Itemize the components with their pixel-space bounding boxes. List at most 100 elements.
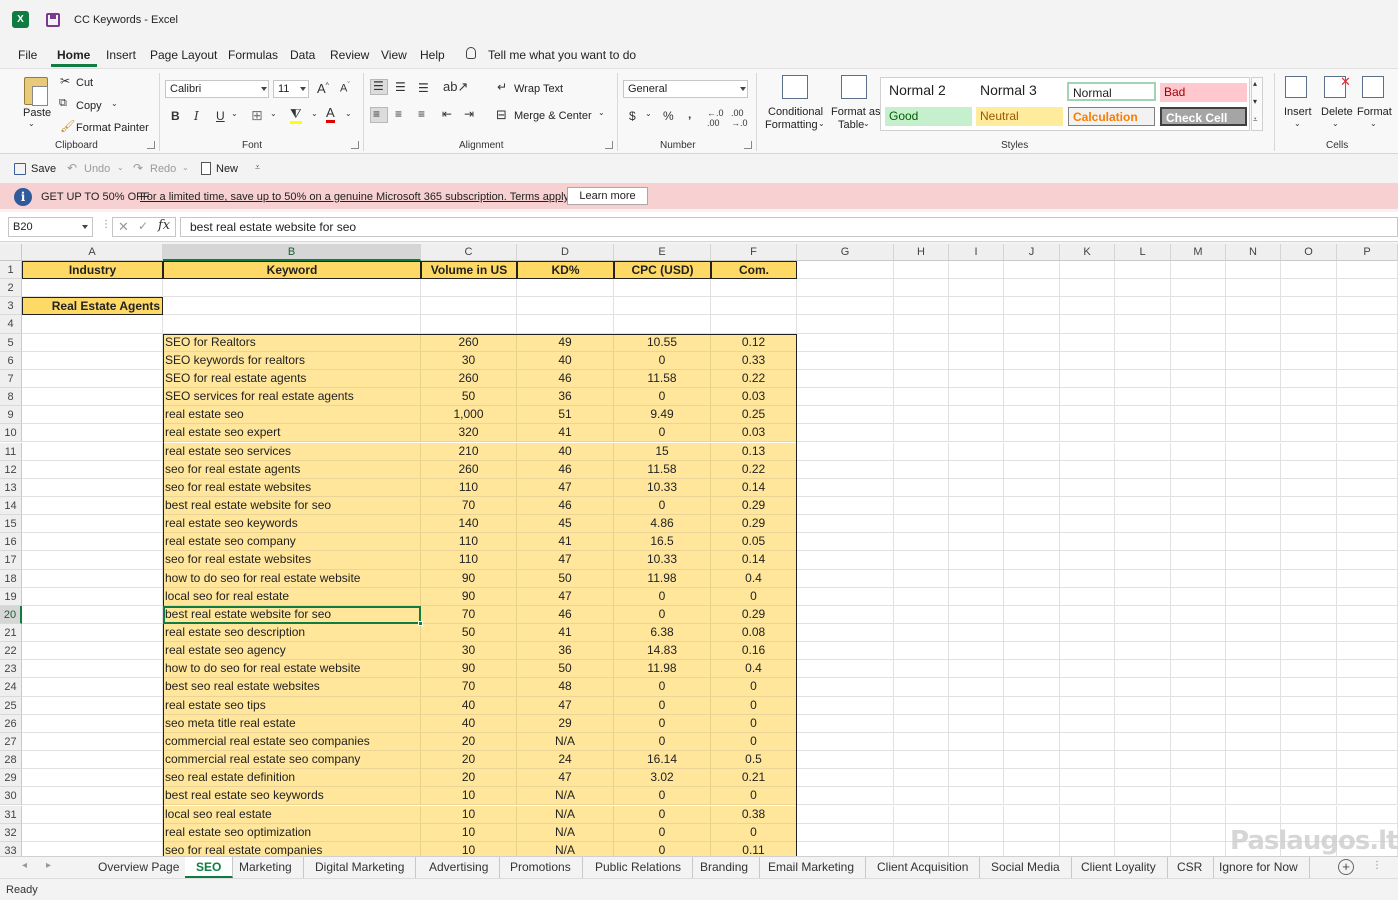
cell-e19[interactable]: 0 (614, 587, 711, 606)
sheet-tab-digital-marketing[interactable]: Digital Marketing (304, 857, 417, 878)
grid-cell[interactable] (22, 678, 163, 697)
grid-cell[interactable] (1115, 515, 1171, 534)
sheet-tab-client-acquisition[interactable]: Client Acquisition (866, 857, 981, 878)
grid-cell[interactable] (1226, 369, 1281, 389)
cell-b21[interactable]: real estate seo description (163, 624, 421, 643)
redo-icon[interactable]: ↷ (133, 161, 143, 175)
grid-cell[interactable] (949, 642, 1004, 661)
row-header[interactable]: 32 (0, 823, 22, 842)
grid-cell[interactable] (421, 279, 517, 298)
grid-cell[interactable] (1281, 515, 1337, 534)
grid-cell[interactable] (1004, 841, 1060, 856)
cell-b19[interactable]: local seo for real estate (163, 587, 421, 606)
grid-cell[interactable] (797, 515, 894, 534)
cell-c20[interactable]: 70 (421, 605, 517, 624)
grid-cell[interactable] (949, 442, 1004, 461)
cut-button[interactable]: Cut (76, 77, 93, 89)
formula-input[interactable]: best real estate website for seo (180, 217, 1398, 237)
grid-cell[interactable] (1004, 732, 1060, 752)
cell-b10[interactable]: real estate seo expert (163, 424, 421, 443)
row-header[interactable]: 29 (0, 769, 22, 788)
grid-cell[interactable] (1060, 787, 1115, 806)
cell-f32[interactable]: 0 (711, 823, 797, 842)
grid-cell[interactable] (1226, 533, 1281, 552)
new-document-icon[interactable] (201, 162, 211, 175)
cell-f14[interactable]: 0.29 (711, 496, 797, 516)
grid-cell[interactable] (1281, 732, 1337, 752)
row-header[interactable]: 26 (0, 714, 22, 733)
grid-cell[interactable] (949, 805, 1004, 824)
cell-f30[interactable]: 0 (711, 787, 797, 806)
grid-cell[interactable] (949, 841, 1004, 856)
cell-e30[interactable]: 0 (614, 787, 711, 806)
cell-c16[interactable]: 110 (421, 533, 517, 552)
grid-cell[interactable] (22, 351, 163, 370)
format-as-table-button[interactable]: Format as (831, 106, 881, 118)
grid-cell[interactable] (1171, 551, 1226, 570)
row-header[interactable]: 31 (0, 805, 22, 824)
grid-cell[interactable] (949, 369, 1004, 389)
sheet-tab-marketing[interactable]: Marketing (228, 857, 304, 878)
cell-f6[interactable]: 0.33 (711, 351, 797, 370)
row-header[interactable]: 5 (0, 333, 22, 352)
add-sheet-icon[interactable]: + (1338, 859, 1354, 875)
column-header-l[interactable]: L (1115, 244, 1171, 261)
grid-cell[interactable] (949, 297, 1004, 316)
grid-cell[interactable] (22, 660, 163, 679)
grid-cell[interactable] (1060, 751, 1115, 770)
cell-f22[interactable]: 0.16 (711, 642, 797, 661)
row-header[interactable]: 30 (0, 787, 22, 806)
grid-cell[interactable] (614, 297, 711, 316)
grid-cell[interactable] (949, 279, 1004, 298)
grid-cell[interactable] (517, 279, 614, 298)
grid-cell[interactable] (1060, 823, 1115, 842)
header-cell-c[interactable]: Volume in US (421, 261, 517, 280)
cell-c14[interactable]: 70 (421, 496, 517, 516)
grid-cell[interactable] (949, 696, 1004, 715)
cell-b13[interactable]: seo for real estate websites (163, 478, 421, 497)
grid-cell[interactable] (711, 297, 797, 316)
cell-f27[interactable]: 0 (711, 732, 797, 752)
grid-cell[interactable] (22, 460, 163, 479)
grid-cell[interactable] (1004, 624, 1060, 643)
grid-cell[interactable] (1337, 406, 1398, 425)
cell-f5[interactable]: 0.12 (711, 333, 797, 352)
grid-cell[interactable] (1060, 605, 1115, 624)
grid-cell[interactable] (797, 605, 894, 624)
conditional-formatting-label2[interactable]: Formatting (765, 119, 818, 131)
grid-cell[interactable] (1226, 714, 1281, 733)
grid-cell[interactable] (797, 732, 894, 752)
grid-cell[interactable] (1171, 787, 1226, 806)
grid-cell[interactable] (1281, 388, 1337, 407)
grid-cell[interactable] (1226, 496, 1281, 516)
grid-cell[interactable] (1171, 424, 1226, 443)
grid-cell[interactable] (22, 533, 163, 552)
tab-file[interactable]: File (18, 48, 37, 62)
grid-cell[interactable] (1171, 823, 1226, 842)
grid-cell[interactable] (1226, 660, 1281, 679)
grid-cell[interactable] (797, 642, 894, 661)
grid-cell[interactable] (1060, 587, 1115, 606)
grid-cell[interactable] (1115, 333, 1171, 352)
grid-cell[interactable] (1171, 297, 1226, 316)
grid-cell[interactable] (1004, 823, 1060, 842)
copy-button[interactable]: Copy (76, 100, 102, 112)
column-header-o[interactable]: O (1281, 244, 1337, 261)
gallery-more-icon[interactable]: ⩡ (1253, 115, 1258, 125)
cell-e31[interactable]: 0 (614, 805, 711, 824)
column-header-g[interactable]: G (797, 244, 894, 261)
cell-c19[interactable]: 90 (421, 587, 517, 606)
grid-cell[interactable] (1060, 642, 1115, 661)
column-header-p[interactable]: P (1337, 244, 1398, 261)
cell-e13[interactable]: 10.33 (614, 478, 711, 497)
grid-cell[interactable] (949, 496, 1004, 516)
grid-cell[interactable] (1060, 442, 1115, 461)
format-button[interactable]: Format (1357, 106, 1392, 118)
grid-cell[interactable] (949, 660, 1004, 679)
grid-cell[interactable] (1004, 769, 1060, 788)
grid-cell[interactable] (1337, 351, 1398, 370)
cell-e33[interactable]: 0 (614, 841, 711, 856)
cell-e24[interactable]: 0 (614, 678, 711, 697)
cell-f9[interactable]: 0.25 (711, 406, 797, 425)
qat-redo-button[interactable]: Redo (150, 163, 176, 175)
